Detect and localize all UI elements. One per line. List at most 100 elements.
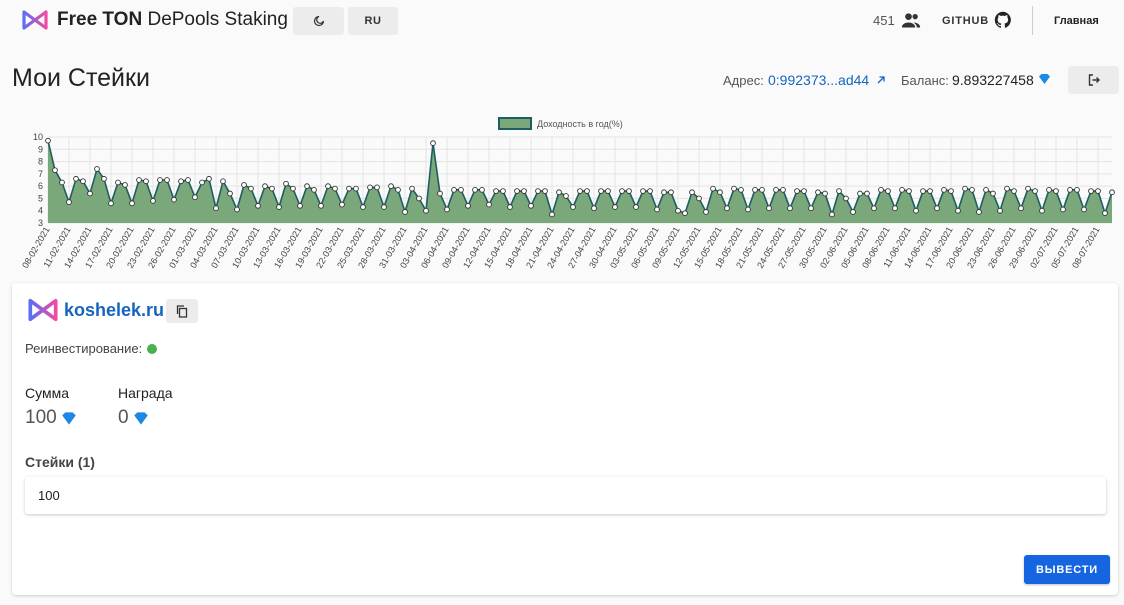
data-point [542,188,548,194]
github-link[interactable]: GITHUB [942,15,989,27]
data-point [416,195,422,202]
data-point [1067,186,1073,193]
data-point [1081,206,1087,213]
home-link[interactable]: Главная [1054,15,1099,27]
data-point [710,185,716,192]
data-point [577,188,583,194]
data-point [1039,207,1045,214]
diamond-icon [133,411,148,425]
data-point [906,188,912,194]
y-tick-label: 6 [38,181,43,191]
data-point [717,189,723,196]
data-point [73,175,79,182]
data-point [185,177,191,183]
users-count: 451 [873,13,895,28]
data-point [500,188,506,194]
data-point [822,190,828,197]
app-title[interactable]: Free TON DePools Staking [57,9,288,31]
data-point [409,185,415,192]
data-point [136,177,142,183]
data-point [150,198,156,204]
pool-logo-icon [28,298,58,322]
data-point [178,178,184,185]
data-point [374,184,380,191]
data-point [248,185,254,192]
data-point [850,209,856,215]
reward-value: 0 [118,407,149,429]
data-point [213,205,219,212]
data-point [45,137,51,144]
data-point [871,205,877,212]
data-point [675,207,681,214]
data-point [535,188,541,194]
data-point [892,205,898,212]
data-point [626,188,632,194]
data-point [493,188,499,194]
data-point [171,196,177,203]
data-point [801,188,807,194]
data-point [423,207,429,214]
address-label: Адрес: [723,73,764,88]
copy-address-button[interactable] [166,299,198,323]
data-point [633,204,639,210]
logout-button[interactable] [1068,66,1119,94]
data-point [983,186,989,193]
data-point [458,186,464,193]
diamond-icon [1038,74,1050,84]
data-point [941,186,947,193]
pool-name-link[interactable]: koshelek.ru [64,300,164,321]
data-point [388,183,394,189]
data-point [346,185,352,192]
y-tick-label: 8 [38,157,43,167]
data-point [367,184,373,191]
data-point [955,207,961,214]
data-point [682,210,688,217]
data-point [731,185,737,192]
data-point [619,188,625,194]
data-point [199,179,205,186]
yield-chart: 34567891008-02-202111-02-202114-02-20211… [20,117,1115,270]
status-on-indicator [147,343,158,354]
stake-row[interactable]: 100 [25,477,1106,514]
data-point [234,206,240,213]
data-point [689,189,695,196]
data-point [1053,188,1059,194]
data-point [591,205,597,212]
data-point [934,205,940,212]
sum-value: 100 [25,407,77,429]
data-point [437,190,443,197]
data-point [745,206,751,213]
stake-amount: 100 [38,488,60,503]
github-icon[interactable] [994,11,1012,29]
ton-logo-icon[interactable] [22,9,48,31]
data-point [759,186,765,193]
data-point [878,186,884,193]
data-point [885,188,891,194]
data-point [304,183,310,189]
address-link[interactable]: 0:992373...ad44 [768,72,886,88]
data-point [479,186,485,193]
stakes-title: Стейки (1) [25,454,95,470]
data-point [794,188,800,194]
data-point [164,177,170,183]
copy-icon [176,304,188,318]
language-button[interactable]: RU [348,7,398,35]
data-point [262,183,268,189]
data-point [255,202,261,209]
data-point [899,186,905,193]
data-point [829,211,835,218]
data-point [360,204,366,210]
data-point [598,188,604,194]
withdraw-button[interactable]: ВЫВЕСТИ [1024,555,1110,584]
data-point [451,186,457,193]
data-point [381,204,387,210]
sum-label: Сумма [25,385,69,401]
y-tick-label: 10 [33,132,43,142]
yield-area [48,140,1112,223]
data-point [724,205,730,212]
data-point [353,185,359,192]
data-point [395,186,401,193]
data-point [444,206,450,213]
theme-toggle-button[interactable] [293,7,344,35]
data-point [129,200,135,207]
